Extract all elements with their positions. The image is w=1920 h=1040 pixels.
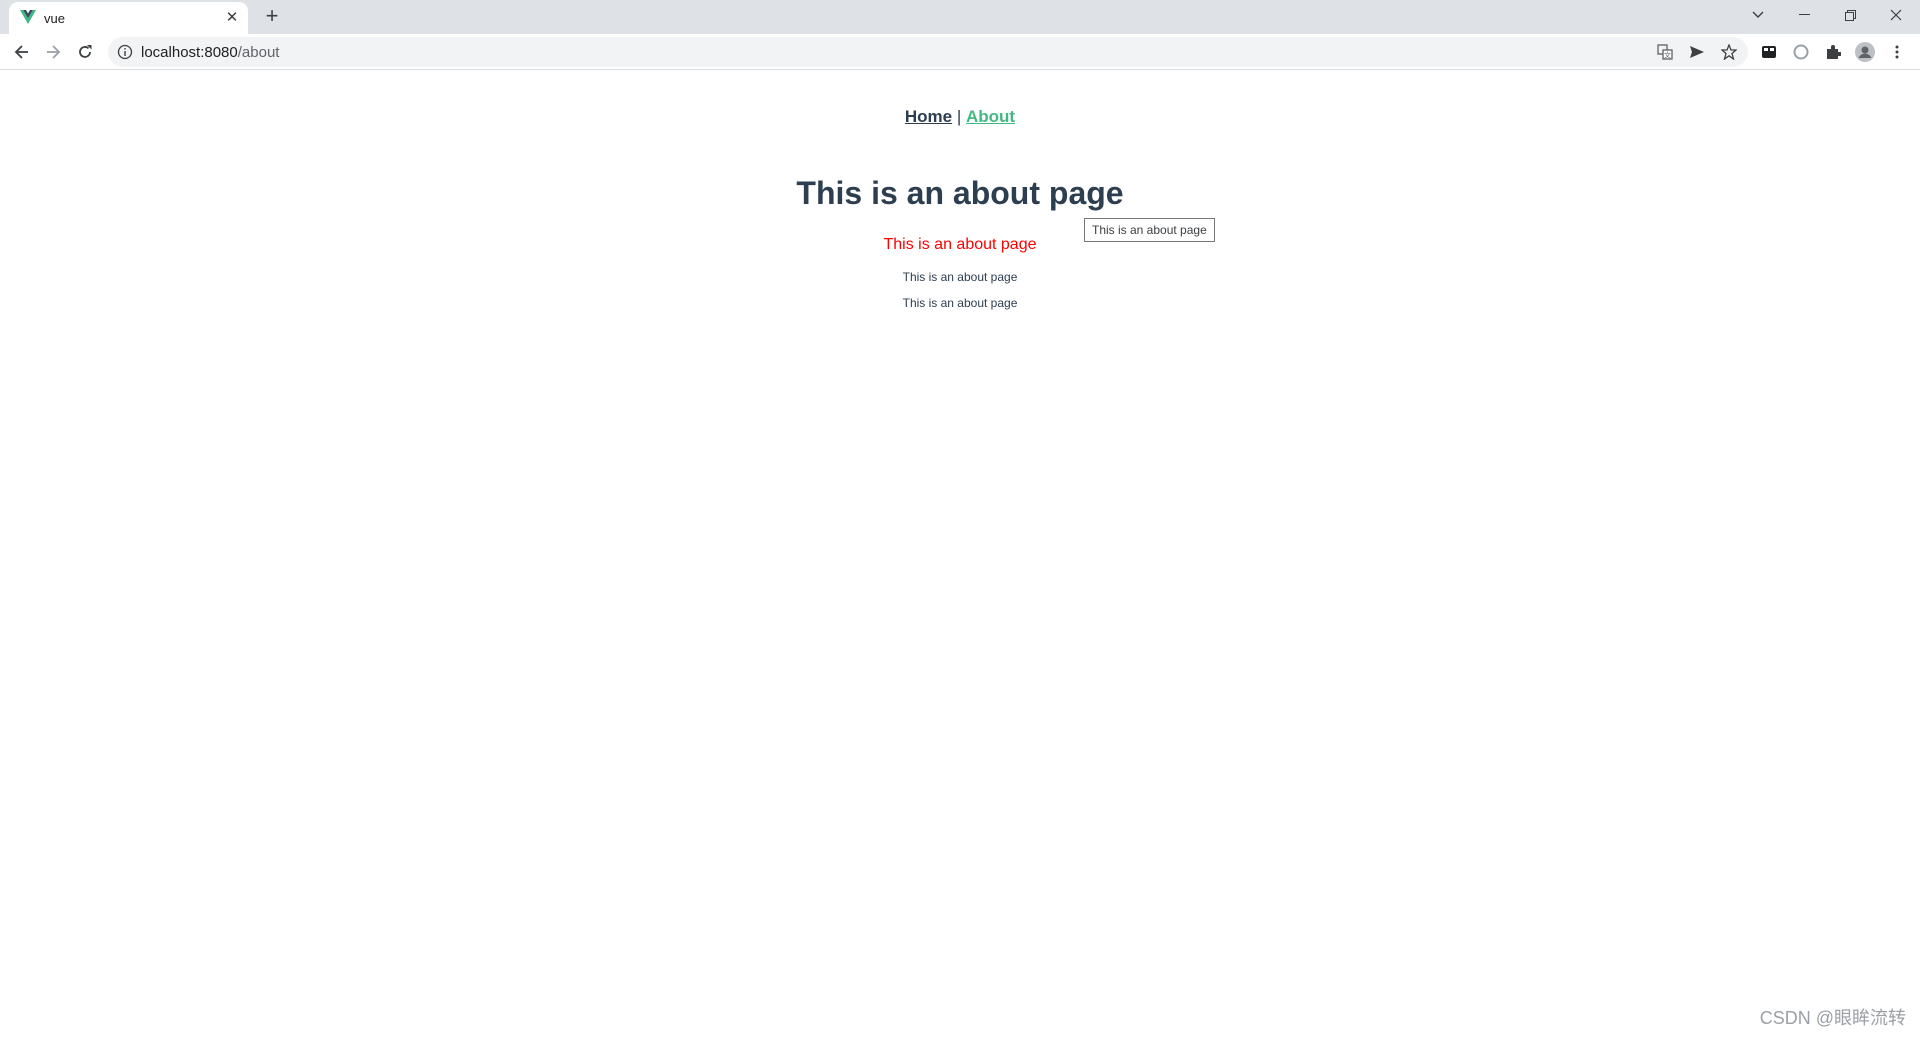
url-text[interactable]: localhost:8080/about <box>141 44 279 61</box>
red-paragraph: This is an about page <box>883 236 1037 253</box>
translate-icon[interactable]: 文 <box>1655 42 1675 62</box>
text-line-2: This is an about page <box>902 296 1018 310</box>
reload-icon <box>79 45 92 58</box>
url-host: localhost:8080 <box>141 44 238 61</box>
restore-button[interactable] <box>1827 0 1873 30</box>
tab-strip: vue ✕ + <box>0 0 1920 34</box>
watermark: CSDN @眼眸流转 <box>1759 1008 1906 1028</box>
text-line-1: This is an about page <box>902 270 1018 284</box>
router-nav: Home | About <box>0 107 1920 127</box>
browser-toolbar: localhost:8080/about 文 <box>0 34 1920 70</box>
browser-tab[interactable]: vue ✕ <box>9 2 248 34</box>
info-icon[interactable] <box>117 44 133 60</box>
reload-button[interactable] <box>71 38 99 66</box>
minimize-button[interactable] <box>1781 0 1827 30</box>
close-window-button[interactable] <box>1873 0 1919 30</box>
nav-separator: | <box>952 107 966 126</box>
tab-title: vue <box>44 11 65 26</box>
forward-button[interactable] <box>39 38 67 66</box>
address-bar[interactable]: localhost:8080/about 文 <box>108 37 1748 67</box>
tab-search-icon[interactable] <box>1735 0 1781 30</box>
page-content: Home | About This is an about page This … <box>0 71 1920 1040</box>
puzzle-icon[interactable] <box>1823 42 1843 62</box>
arrow-right-icon <box>47 45 61 59</box>
kebab-menu-icon[interactable] <box>1887 42 1907 62</box>
vue-logo-icon <box>20 10 36 24</box>
url-path: /about <box>237 44 280 61</box>
tab-close-icon[interactable]: ✕ <box>223 9 241 27</box>
back-button[interactable] <box>8 38 36 66</box>
new-tab-button[interactable]: + <box>260 5 284 29</box>
page-title: This is an about page <box>796 175 1124 211</box>
nav-link-home[interactable]: Home <box>905 107 952 126</box>
extension-icon[interactable] <box>1759 42 1779 62</box>
send-icon[interactable] <box>1687 42 1707 62</box>
svg-text:文: 文 <box>1664 51 1671 60</box>
star-icon[interactable] <box>1719 42 1739 62</box>
circle-extension-icon[interactable] <box>1791 42 1811 62</box>
avatar-icon[interactable] <box>1855 42 1875 62</box>
nav-link-about[interactable]: About <box>966 107 1015 126</box>
arrow-left-icon <box>14 45 28 59</box>
